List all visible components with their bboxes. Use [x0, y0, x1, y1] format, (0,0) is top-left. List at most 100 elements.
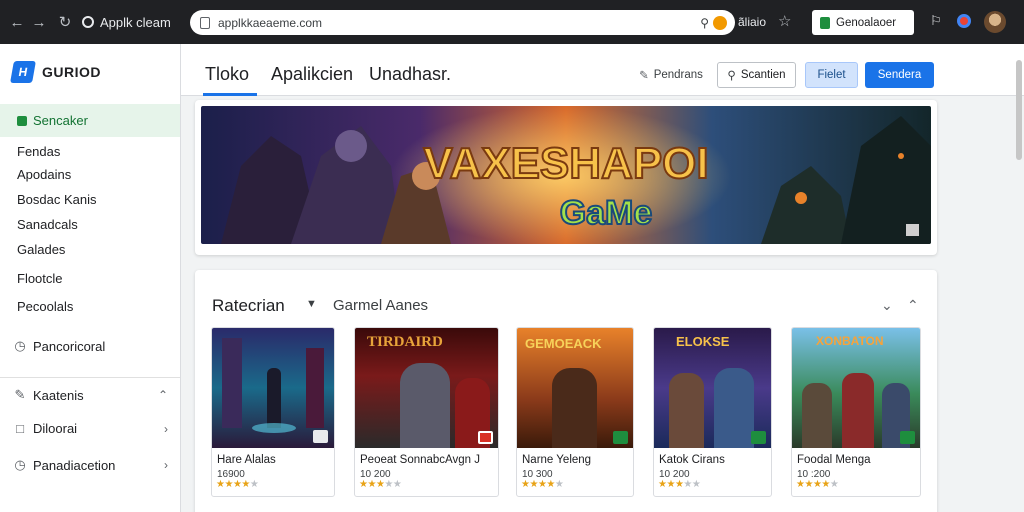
sidebar-item-7[interactable]: Pecoolals [17, 299, 73, 314]
star-rating: ★★★★★ [658, 479, 701, 490]
sidebar-row-2[interactable]: ✎ Kaatenis ⌃ [13, 387, 168, 403]
star-icon: ★ [821, 479, 830, 490]
search-button-label: Scantien [740, 69, 786, 81]
chevron-down-icon[interactable]: ⌄ [881, 297, 893, 314]
caret-down-icon[interactable]: ▼ [306, 298, 317, 310]
badge-icon [751, 431, 766, 444]
game-thumbnail [212, 328, 334, 448]
game-art-text: TIRDAIRD [367, 334, 443, 350]
category-filter[interactable]: Garmel Aanes [333, 297, 428, 314]
send-button[interactable]: Sendera [865, 62, 934, 88]
bookmark-star-icon[interactable]: ☆ [778, 12, 791, 30]
badge-icon [478, 431, 493, 444]
star-rating: ★★★★★ [796, 479, 839, 490]
square-icon: □ [16, 421, 24, 436]
game-card[interactable]: GEMOEACK Narne Yeleng 10 300 ★★★★★ [516, 327, 634, 497]
star-icon: ★ [829, 479, 839, 490]
game-title: Foodal Menga [797, 454, 871, 466]
sidebar-item-2[interactable]: Apodains [17, 167, 71, 182]
sidebar-item-3[interactable]: Bosdac Kanis [17, 192, 97, 207]
tab-home[interactable]: Tloko [205, 64, 249, 85]
app-logo[interactable]: H GURIOD [10, 61, 101, 83]
sync-button-label: Genoalaoer [836, 16, 897, 29]
star-icon: ★ [224, 479, 233, 490]
star-icon: ★ [683, 479, 692, 490]
sync-icon [820, 16, 830, 29]
sidebar-row-4[interactable]: ◷ Panadiacetion › [13, 457, 168, 473]
star-rating: ★★★★★ [359, 479, 402, 490]
puzzle-icon[interactable]: ⚐ [930, 13, 942, 29]
clock-icon: ◷ [14, 338, 26, 353]
scrollbar[interactable] [1016, 60, 1022, 160]
forward-icon[interactable]: → [28, 14, 50, 31]
star-rating: ★★★★★ [216, 479, 259, 490]
sidebar-row-3[interactable]: □ Diloorai › [13, 421, 168, 436]
sidebar-row-1[interactable]: ◷ Pancoricoral [13, 338, 168, 354]
sidebar-item-5[interactable]: Galades [17, 242, 65, 257]
star-icon: ★ [249, 479, 259, 490]
badge-icon [613, 431, 628, 444]
game-thumbnail: GEMOEACK [517, 328, 633, 448]
tab-favicon-icon [82, 16, 94, 28]
profile-avatar[interactable] [984, 11, 1006, 33]
toolbar-label[interactable]: ãliaio [738, 15, 766, 29]
extension-red-icon[interactable] [957, 14, 971, 28]
sidebar: H GURIOD Sencaker Fendas Apodains Bosdac… [0, 44, 181, 512]
game-card[interactable]: TIRDAIRD Peoeat SonnabcAvgn J 10 200 ★★★… [354, 327, 499, 497]
star-icon: ★ [384, 479, 393, 490]
lock-icon [200, 16, 210, 29]
sidebar-item-1[interactable]: Fendas [17, 144, 60, 159]
sidebar-item-4[interactable]: Sanadcals [17, 217, 78, 232]
hero-banner[interactable]: VAXESHAPOI GaMe [201, 106, 931, 244]
star-icon: ★ [529, 479, 538, 490]
expand-icon[interactable] [906, 224, 919, 236]
sidebar-row-label: Pancoricoral [33, 338, 106, 354]
search-button[interactable]: ⚲ Scantien [717, 62, 796, 88]
chevron-right-icon[interactable]: › [164, 422, 168, 436]
game-card[interactable]: ELOKSE Katok Cirans 10 200 ★★★★★ [653, 327, 772, 497]
sidebar-row-label: Kaatenis [33, 387, 84, 403]
game-title: Peoeat SonnabcAvgn J [360, 454, 480, 466]
filter-button[interactable]: Fielet [805, 62, 858, 88]
extension-icon[interactable] [713, 15, 727, 30]
sidebar-row-label: Diloorai [33, 421, 78, 436]
reload-icon[interactable]: ↻ [54, 13, 76, 31]
banner-subtitle: GaMe [560, 194, 653, 232]
tab-applications[interactable]: Apalikcien [271, 64, 353, 85]
logo-mark-icon: H [10, 61, 36, 83]
url-text[interactable]: applkkaeaeme.com [218, 16, 700, 30]
pendrans-button[interactable]: ✎ Pendrans [632, 62, 710, 88]
chevron-up-icon[interactable]: ⌃ [907, 297, 919, 314]
game-card[interactable]: XONBATON Foodal Menga 10 :200 ★★★★★ [791, 327, 921, 497]
chevron-right-icon[interactable]: › [164, 458, 168, 472]
back-icon[interactable]: ← [6, 14, 28, 31]
key-icon[interactable]: ⚲ [700, 16, 709, 30]
game-title: Narne Yeleng [522, 454, 592, 466]
brush-icon: ✎ [639, 70, 649, 82]
sidebar-item-6[interactable]: Flootcle [17, 271, 63, 286]
game-thumbnail: XONBATON [792, 328, 920, 448]
sync-button[interactable]: Genoalaoer [812, 10, 914, 35]
clock-icon: ◷ [14, 457, 26, 472]
pen-icon: ✎ [14, 387, 26, 402]
star-icon: ★ [666, 479, 675, 490]
sidebar-item-label: Sencaker [33, 113, 88, 128]
chevron-up-icon[interactable]: ⌃ [158, 388, 168, 402]
sidebar-item-active[interactable]: Sencaker [0, 104, 180, 137]
game-art-text: XONBATON [816, 334, 884, 348]
logo-text: GURIOD [42, 64, 101, 80]
sidebar-divider [0, 377, 180, 378]
sidebar-row-label: Panadiacetion [33, 457, 116, 473]
qr-icon [313, 430, 328, 443]
badge-icon [900, 431, 915, 444]
game-art-text: GEMOEACK [525, 336, 602, 351]
browser-tab[interactable]: Applk cleam [82, 15, 192, 30]
address-bar[interactable]: applkkaeaeme.com ⚲ [190, 10, 735, 35]
banner-art: VAXESHAPOI GaMe [201, 106, 931, 244]
game-art-text: ELOKSE [676, 334, 730, 349]
tab-other[interactable]: Unadhasr. [369, 64, 451, 85]
tab-title-text: Applk cleam [100, 14, 171, 30]
search-icon: ⚲ [727, 70, 736, 82]
game-card[interactable]: Hare Alalas 16900 ★★★★★ [211, 327, 335, 497]
star-icon: ★ [691, 479, 701, 490]
